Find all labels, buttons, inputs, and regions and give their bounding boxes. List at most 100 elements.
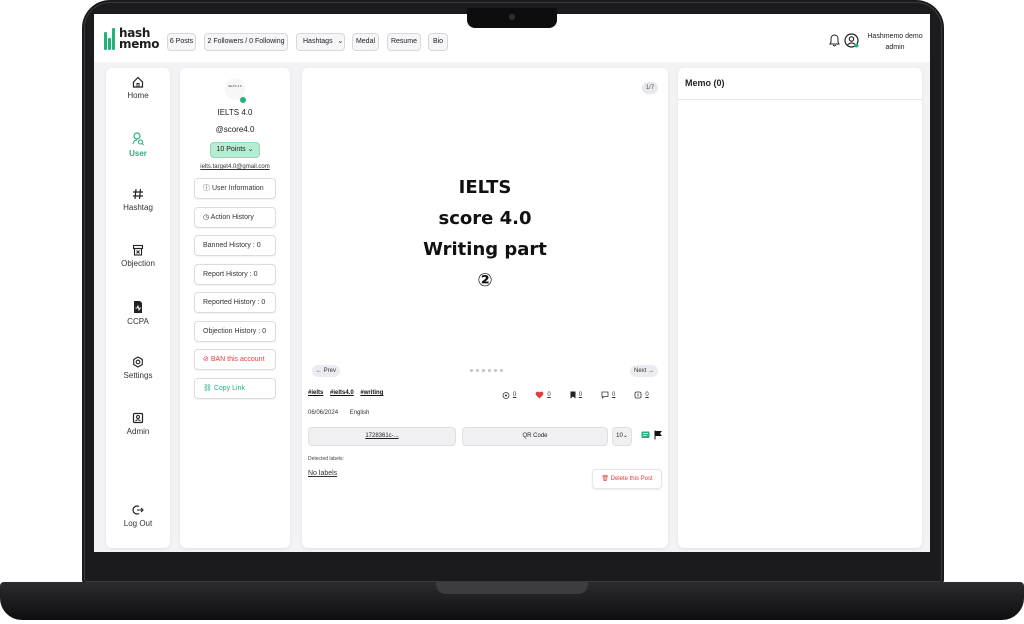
eye-icon <box>502 391 510 399</box>
trash-icon: 🗑 <box>601 476 609 482</box>
heart-icon <box>535 391 544 399</box>
sidebar-item-ccpa[interactable]: CCPA <box>106 300 170 326</box>
carousel-dot[interactable] <box>482 369 485 372</box>
image-counter: 1/7 <box>642 82 658 94</box>
sidebar-label-admin: Admin <box>126 427 150 436</box>
profile-title: IELTS 4.0 <box>217 108 253 117</box>
action-history-label: Action History <box>210 214 254 221</box>
logo-mark-icon <box>104 28 116 50</box>
sidebar-item-hashtag[interactable]: Hashtag <box>106 188 170 212</box>
sidebar-label-settings: Settings <box>123 371 153 380</box>
post-link-button[interactable]: 1728361c-... <box>308 427 456 446</box>
bookmarks-count: 0 <box>578 392 583 398</box>
action-history-button[interactable]: ◷ Action History <box>194 207 276 228</box>
size-select[interactable]: 10⌄ <box>612 427 632 446</box>
camera-icon <box>509 14 515 20</box>
tag-link[interactable]: #writing <box>360 390 383 396</box>
qr-code-button[interactable]: QR Code <box>462 427 608 446</box>
home-icon <box>132 76 144 88</box>
sidebar-label-home: Home <box>127 91 149 100</box>
points-label: 10 Points <box>216 146 246 153</box>
user-account-icon[interactable] <box>844 33 859 48</box>
clock-icon: ◷ <box>203 214 210 221</box>
link-icon: ⛓ <box>203 385 212 392</box>
carousel-dot[interactable] <box>488 369 491 372</box>
bookmarks-stat[interactable]: 0 <box>570 391 582 399</box>
carousel-dot[interactable] <box>500 369 503 372</box>
sidebar-item-settings[interactable]: Settings <box>106 356 170 380</box>
screen: hash memo 6 Posts 2 Followers / 0 Follow… <box>94 14 930 552</box>
chevron-down-icon: ⌄ <box>622 433 628 439</box>
memo-panel: Memo (0) <box>678 68 922 548</box>
reported-history-button[interactable]: Reported History : 0 <box>194 292 276 313</box>
comments-count: 0 <box>612 392 616 398</box>
sidebar-item-user[interactable]: User <box>106 132 170 158</box>
logout-label: Log Out <box>123 519 153 528</box>
post-image[interactable]: IELTS score 4.0 Writing part ② <box>420 76 550 382</box>
sidebar: Home User Hashtag Objection CCPA Setting… <box>106 68 170 548</box>
post-stats: 0 0 0 0 0 <box>502 391 649 399</box>
sidebar-item-home[interactable]: Home <box>106 76 170 100</box>
prev-button[interactable]: ← Prev <box>312 365 340 377</box>
sidebar-label-objection: Objection <box>121 259 155 268</box>
objection-history-button[interactable]: Objection History : 0 <box>194 321 276 342</box>
bookmark-icon <box>570 391 576 399</box>
comments-stat[interactable]: 0 <box>601 391 615 399</box>
next-button[interactable]: Next → <box>630 365 658 377</box>
followers-button[interactable]: 2 Followers / 0 Following <box>204 33 288 51</box>
post-meta: 06/06/2024 English <box>308 410 379 416</box>
logout-icon <box>132 505 144 515</box>
no-labels-link[interactable]: No labels <box>308 470 337 477</box>
report-history-button[interactable]: Report History : 0 <box>194 264 276 285</box>
carousel-dots <box>470 369 503 372</box>
post-image-line: score 4.0 <box>438 208 532 229</box>
tag-link[interactable]: #ielts <box>308 390 323 396</box>
tag-link[interactable]: #ielts4.0 <box>330 390 354 396</box>
banned-history-button[interactable]: Banned History : 0 <box>194 235 276 256</box>
memo-divider <box>678 99 922 100</box>
detected-labels-heading: Detected labels: <box>308 456 344 462</box>
carousel-dot[interactable] <box>470 369 473 372</box>
carousel-dot[interactable] <box>494 369 497 372</box>
sidebar-label-user: User <box>129 149 147 158</box>
ban-account-button[interactable]: ⊘ BAN this account <box>194 349 276 370</box>
views-stat[interactable]: 0 <box>502 391 516 399</box>
bio-button[interactable]: Bio <box>428 33 448 51</box>
hashtags-dropdown[interactable]: Hashtags ⌄ <box>296 33 345 51</box>
shares-stat[interactable]: 0 <box>634 391 649 399</box>
laptop-hinge <box>436 582 588 594</box>
points-dropdown[interactable]: 10 Points ⌄ <box>210 142 260 158</box>
sidebar-item-objection[interactable]: Objection <box>106 244 170 268</box>
post-image-line: Writing part <box>423 239 547 260</box>
flag-icon[interactable] <box>654 430 663 440</box>
user-name-block[interactable]: Hashmemo demo admin <box>862 31 928 53</box>
post-language: English <box>349 410 370 416</box>
user-information-button[interactable]: ⓘ User Information <box>194 178 276 199</box>
post-image-line: IELTS <box>458 177 512 198</box>
settings-icon <box>133 356 143 368</box>
likes-stat[interactable]: 0 <box>535 391 551 399</box>
delete-post-button[interactable]: 🗑 Delete this Post <box>592 469 662 489</box>
chat-icon[interactable] <box>641 431 650 440</box>
sidebar-label-ccpa: CCPA <box>127 317 149 326</box>
posts-count-button[interactable]: 6 Posts <box>167 33 196 51</box>
share-icon <box>634 391 642 399</box>
chevron-down-icon: ⌄ <box>337 38 344 45</box>
bell-icon[interactable] <box>829 34 840 47</box>
carousel-dot[interactable] <box>476 369 479 372</box>
shares-count: 0 <box>645 392 649 398</box>
medal-button[interactable]: Medal <box>352 33 379 51</box>
hashtag-icon <box>133 188 143 200</box>
objection-icon <box>132 244 144 256</box>
logout-button[interactable]: Log Out <box>106 504 170 528</box>
copy-link-button[interactable]: ⛓ Copy Link <box>194 378 276 399</box>
logo-line2: memo <box>119 37 160 51</box>
post-date: 06/06/2024 <box>308 410 339 416</box>
sidebar-item-admin[interactable]: Admin <box>106 412 170 436</box>
size-select-value: 10 <box>616 433 623 439</box>
profile-email[interactable]: ielts.target4.0@gmail.com <box>180 164 290 170</box>
post-image-line: ② <box>477 270 493 291</box>
logo[interactable]: hash memo <box>104 27 160 51</box>
user-search-icon <box>132 132 144 146</box>
resume-button[interactable]: Resume <box>387 33 421 51</box>
